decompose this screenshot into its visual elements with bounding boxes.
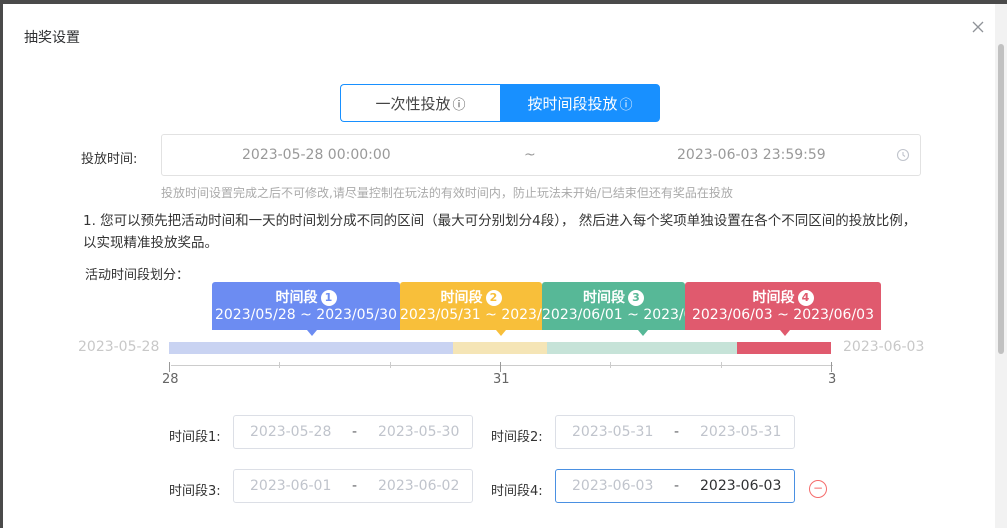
segment-range: 2023/06/03 ~ 2023/06/03: [691, 307, 874, 323]
timeline-segment-2: 时间段2 2023/05/31 ~ 2023/05/31: [400, 282, 542, 330]
axis-tick: [390, 362, 391, 368]
timeline-bar-segment-3: [547, 342, 737, 354]
timeline-segment-3: 时间段3 2023/06/01 ~ 2023/06/02: [542, 282, 685, 330]
timeline-segment-4: 时间段 4 2023/06/03 ~ 2023/06/03: [685, 282, 881, 330]
timeline-label: 活动时间段划分：: [85, 268, 190, 283]
release-mode-toggle: 一次性投放 ⓘ 按时间段投放 ⓘ: [340, 84, 660, 122]
timeline-bar-segment-4: [737, 342, 831, 354]
period-separator: -: [352, 424, 358, 440]
segment-name: 时间段: [275, 290, 318, 306]
dialog-scrollbar-thumb[interactable]: [998, 44, 1004, 354]
segment-range: 2023/05/28 ~ 2023/05/30: [214, 307, 397, 323]
period-release-label: 按时间段投放: [527, 94, 618, 113]
release-start-value: 2023-05-28 00:00:00: [242, 147, 391, 163]
segment-pointer: [496, 330, 506, 336]
one-time-release-button[interactable]: 一次性投放 ⓘ: [340, 84, 500, 122]
period-4-date-range[interactable]: 2023-06-03 - 2023-06-03: [555, 469, 795, 503]
description-text: 1. 您可以预先把活动时间和一天的时间划分成不同的区间（最大可分别划分4段）， …: [83, 213, 917, 251]
timeline-bar-segment-1: [169, 342, 453, 354]
period-1-date-range[interactable]: 2023-05-28 - 2023-05-30: [233, 415, 473, 449]
range-separator: ~: [524, 147, 536, 163]
lottery-settings-dialog: 抽奖设置 一次性投放 ⓘ 按时间段投放 ⓘ 投放时间: 2023-05-28 0…: [3, 4, 995, 528]
segment-range: 2023/05/31 ~ 2023/05/31: [400, 307, 542, 323]
release-end-value: 2023-06-03 23:59:59: [677, 147, 826, 163]
segment-name: 时间段: [583, 290, 625, 306]
axis-tick: [500, 362, 501, 372]
close-icon[interactable]: [971, 20, 985, 34]
period-2-date-range[interactable]: 2023-05-31 - 2023-05-31: [555, 415, 795, 449]
axis-tick-label: 28: [162, 372, 179, 387]
segment-number-badge: 2: [485, 290, 502, 306]
period-3-date-range[interactable]: 2023-06-01 - 2023-06-02: [233, 469, 473, 503]
timeline-end-label: 2023-06-03: [843, 339, 925, 355]
period-3-end: 2023-06-02: [378, 478, 460, 494]
release-time-range-picker[interactable]: 2023-05-28 00:00:00 ~ 2023-06-03 23:59:5…: [161, 134, 921, 176]
segment-pointer: [780, 330, 790, 336]
dialog-title: 抽奖设置: [24, 30, 80, 46]
segment-range: 2023/06/01 ~ 2023/06/02: [542, 307, 685, 323]
period-4-end: 2023-06-03: [700, 478, 782, 494]
period-4-label: 时间段4:: [491, 484, 543, 499]
period-1-label: 时间段1:: [169, 430, 221, 445]
help-icon[interactable]: ⓘ: [620, 94, 633, 113]
timeline-start-label: 2023-05-28: [78, 339, 160, 355]
period-3-label: 时间段3:: [169, 484, 221, 499]
one-time-release-label: 一次性投放: [375, 94, 451, 113]
period-2-end: 2023-05-31: [700, 424, 782, 440]
period-separator: -: [674, 424, 680, 440]
timeline-segment-1: 时间段 1 2023/05/28 ~ 2023/05/30: [212, 282, 400, 330]
axis-tick: [169, 362, 170, 372]
segment-number-badge: 1: [320, 290, 337, 306]
axis-tick: [279, 362, 280, 368]
timeline-bar-segment-2: [453, 342, 547, 354]
release-time-label: 投放时间:: [81, 152, 138, 167]
remove-period-icon[interactable]: −: [809, 480, 827, 498]
axis-tick-label: 3: [828, 372, 837, 387]
period-1-end: 2023-05-30: [378, 424, 460, 440]
axis-tick-label: 31: [493, 372, 510, 387]
period-2-label: 时间段2:: [491, 430, 543, 445]
period-release-button[interactable]: 按时间段投放 ⓘ: [500, 84, 660, 122]
segment-number-badge: 3: [628, 290, 644, 306]
axis-tick: [831, 362, 832, 372]
period-3-start: 2023-06-01: [250, 478, 332, 494]
period-separator: -: [352, 478, 358, 494]
axis-tick: [610, 362, 611, 368]
segment-number-badge: 4: [797, 290, 814, 306]
segment-name: 时间段: [752, 290, 795, 306]
segment-pointer: [307, 330, 317, 336]
segment-pointer: [638, 330, 648, 336]
period-4-start: 2023-06-03: [572, 478, 654, 494]
release-time-hint: 投放时间设置完成之后不可修改,请尽量控制在玩法的有效时间内，防止玩法未开始/已结…: [161, 186, 733, 200]
period-separator: -: [674, 478, 680, 494]
clock-icon: [896, 148, 910, 162]
help-icon[interactable]: ⓘ: [453, 94, 466, 113]
timeline-axis: [171, 365, 833, 366]
axis-tick: [721, 362, 722, 368]
period-2-start: 2023-05-31: [572, 424, 654, 440]
segment-name: 时间段: [440, 290, 483, 306]
period-1-start: 2023-05-28: [250, 424, 332, 440]
